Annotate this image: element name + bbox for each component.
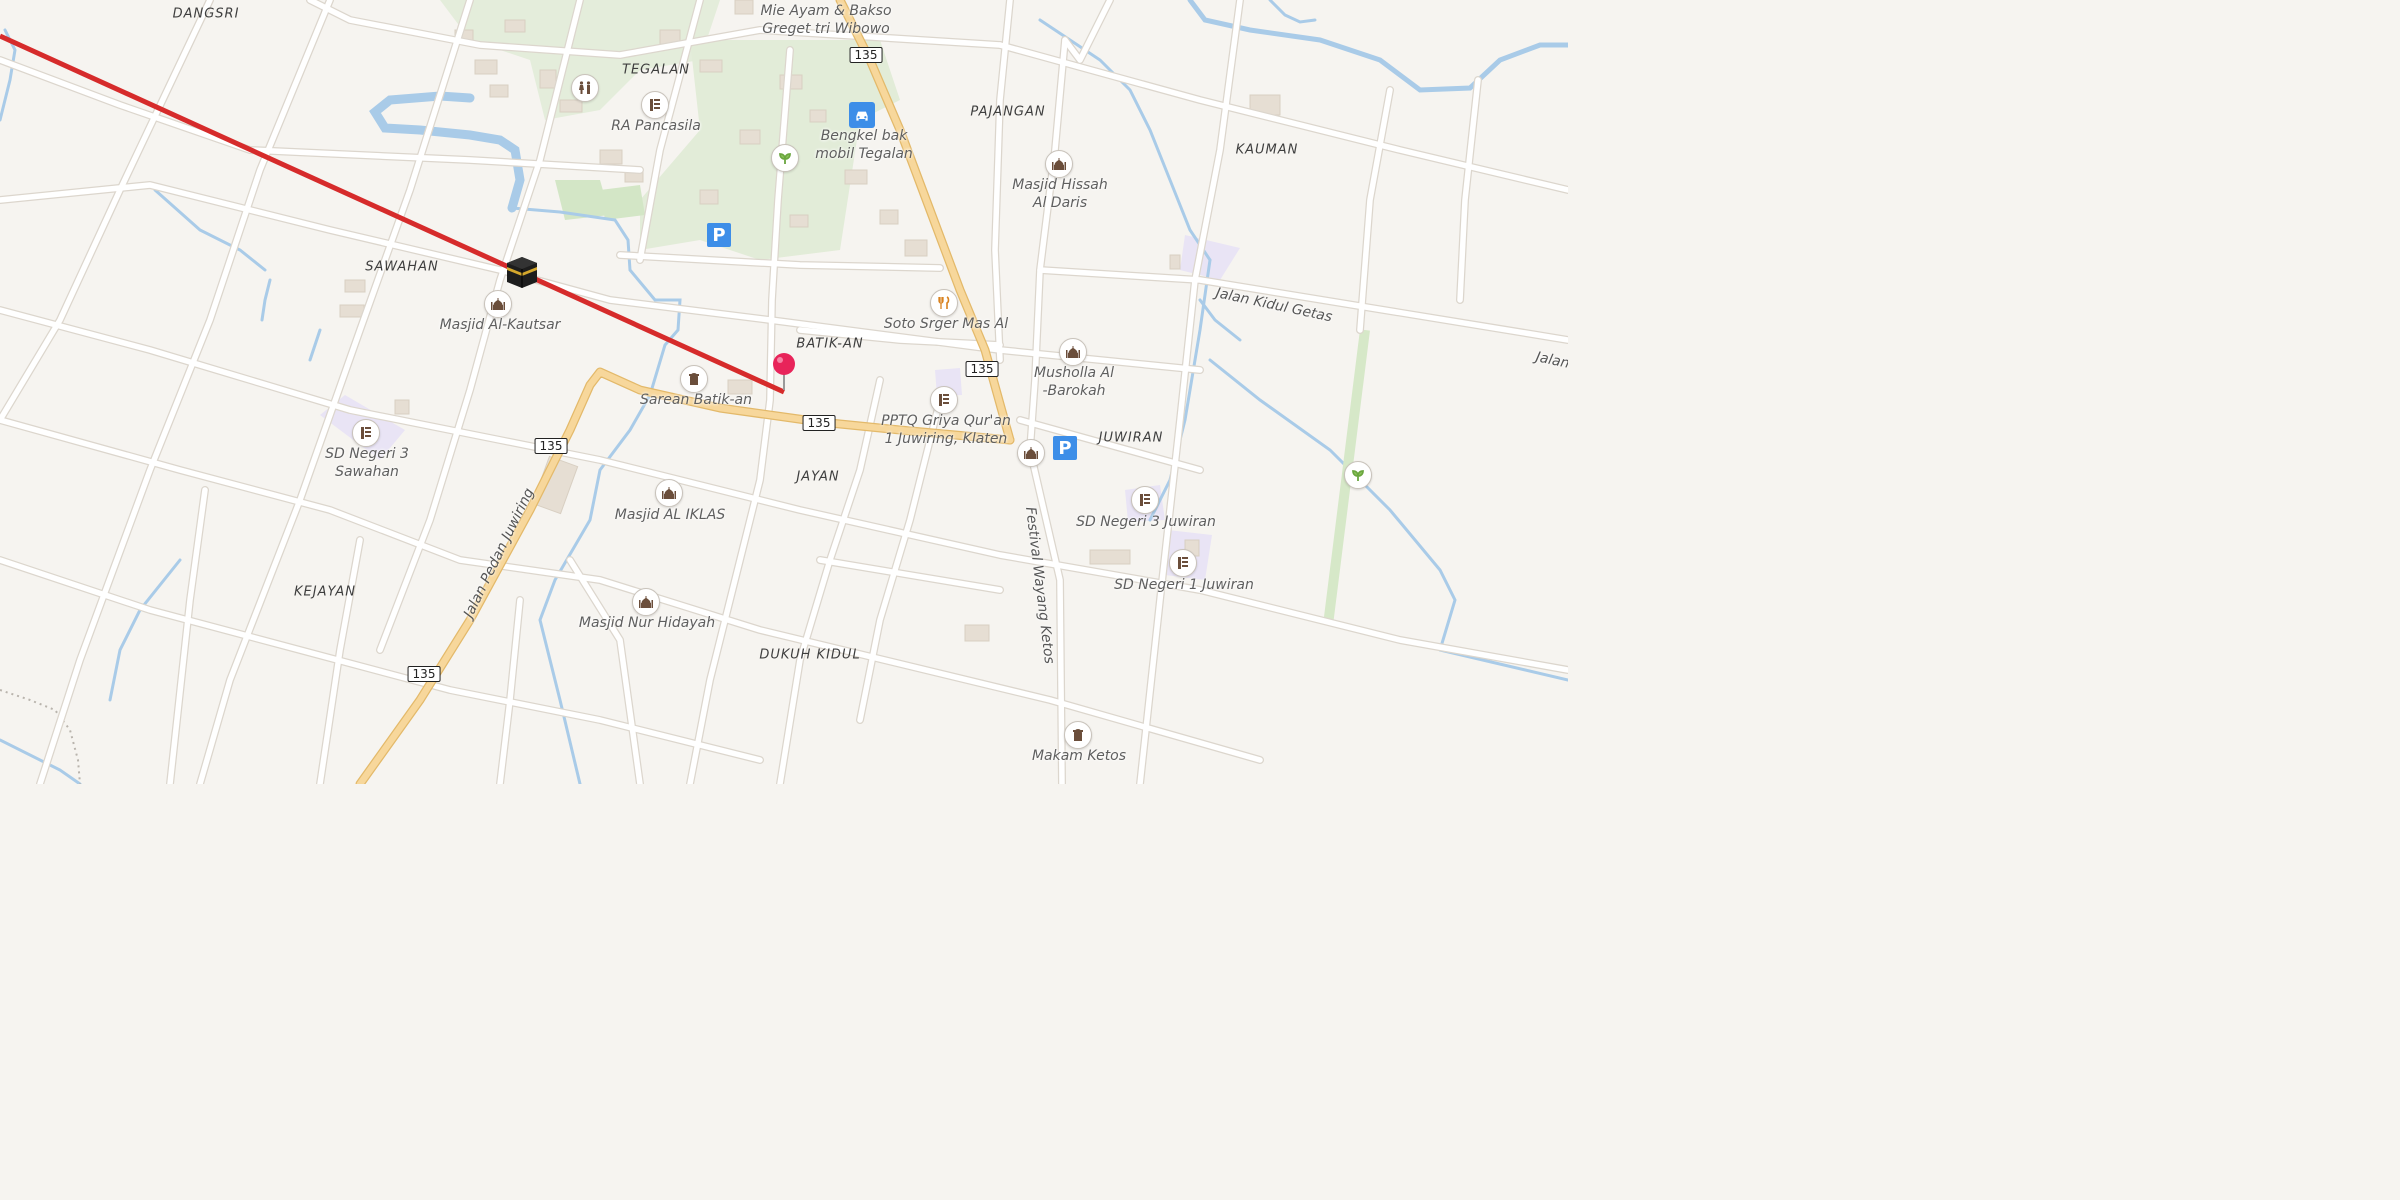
poi-bengkel-label: Bengkel bak mobil Tegalan bbox=[815, 127, 913, 163]
route-shield-135: 135 bbox=[802, 415, 836, 431]
map-base-layer bbox=[0, 0, 1568, 784]
route-shield-135: 135 bbox=[534, 438, 568, 454]
parking-icon[interactable]: P bbox=[1053, 436, 1077, 460]
toilets-icon[interactable] bbox=[571, 74, 599, 102]
area-label-tegalan: TEGALAN bbox=[622, 62, 690, 78]
mosque-icon[interactable] bbox=[484, 290, 512, 318]
poi-label-line: Al Daris bbox=[1032, 195, 1088, 211]
area-label-sawahan: SAWAHAN bbox=[365, 259, 439, 275]
poi-label-line: Greget tri Wibowo bbox=[762, 21, 890, 37]
poi-label-masjid-nur-hidayah: Masjid Nur Hidayah bbox=[578, 615, 716, 631]
restaurant-icon[interactable] bbox=[930, 289, 958, 317]
poi-musholla-label: Musholla Al -Barokah bbox=[1034, 364, 1114, 400]
route-shield-135: 135 bbox=[849, 47, 883, 63]
area-label-kauman: KAUMAN bbox=[1235, 142, 1299, 158]
route-shield-135: 135 bbox=[407, 666, 441, 682]
poi-label-line: -Barokah bbox=[1042, 383, 1106, 399]
poi-label-line: mobil Tegalan bbox=[815, 146, 913, 162]
poi-label-line: 1 Juwiring, Klaten bbox=[884, 431, 1008, 447]
poi-mie-ayam[interactable]: Mie Ayam & Bakso Greget tri Wibowo bbox=[760, 2, 891, 38]
mosque-icon[interactable] bbox=[1045, 150, 1073, 178]
poi-masjid-hissah-label: Masjid Hissah Al Daris bbox=[1012, 176, 1108, 212]
poi-pptq-label: PPTQ Griya Qur'an 1 Juwiring, Klaten bbox=[881, 412, 1011, 448]
poi-label-sarean-batikan: Sarean Batik-an bbox=[640, 392, 752, 408]
school-icon[interactable] bbox=[352, 419, 380, 447]
mosque-icon[interactable] bbox=[1059, 338, 1087, 366]
poi-label-sd-juwiran-3: SD Negeri 3 Juwiran bbox=[1076, 514, 1216, 530]
school-icon[interactable] bbox=[930, 386, 958, 414]
school-icon[interactable] bbox=[1169, 549, 1197, 577]
location-pin-icon[interactable] bbox=[771, 352, 797, 392]
mosque-icon[interactable] bbox=[632, 588, 660, 616]
route-shield-135: 135 bbox=[965, 361, 999, 377]
garden-icon[interactable] bbox=[1344, 461, 1372, 489]
poi-label-line: Sawahan bbox=[335, 464, 399, 480]
cemetery-icon[interactable] bbox=[1064, 721, 1092, 749]
area-label-jayan: JAYAN bbox=[796, 469, 840, 485]
mosque-icon[interactable] bbox=[1017, 439, 1045, 467]
map-canvas[interactable]: DANGSRI TEGALAN PAJANGAN KAUMAN SAWAHAN … bbox=[0, 0, 1568, 784]
school-icon[interactable] bbox=[1131, 486, 1159, 514]
car-repair-icon[interactable] bbox=[849, 102, 875, 128]
poi-label-line: SD Negeri 3 bbox=[325, 446, 409, 462]
mosque-icon[interactable] bbox=[655, 479, 683, 507]
poi-label-masjid-al-iklas: Masjid AL IKLAS bbox=[614, 507, 726, 523]
area-label-kejayan: KEJAYAN bbox=[293, 584, 357, 600]
area-label-batikan: BATIK-AN bbox=[796, 336, 864, 352]
area-label-pajangan: PAJANGAN bbox=[970, 104, 1046, 120]
poi-label-line: Musholla Al bbox=[1034, 365, 1114, 381]
poi-label-ra-pancasila: RA Pancasila bbox=[611, 118, 701, 134]
garden-icon[interactable] bbox=[771, 144, 799, 172]
poi-label-line: Bengkel bak bbox=[820, 128, 908, 144]
area-label-juwiran: JUWIRAN bbox=[1098, 430, 1164, 446]
poi-label-line: Mie Ayam & Bakso bbox=[760, 3, 892, 19]
poi-label-sd-juwiran-1: SD Negeri 1 Juwiran bbox=[1114, 577, 1254, 593]
parking-icon[interactable]: P bbox=[707, 223, 731, 247]
cemetery-icon[interactable] bbox=[680, 365, 708, 393]
poi-label-line: Masjid Hissah bbox=[1012, 177, 1108, 193]
school-icon[interactable] bbox=[641, 91, 669, 119]
area-label-dangsri: DANGSRI bbox=[172, 6, 240, 22]
poi-sd-sawahan-label: SD Negeri 3 Sawahan bbox=[325, 445, 409, 481]
poi-label-line: PPTQ Griya Qur'an bbox=[881, 413, 1011, 429]
area-label-dukuh-kidul: DUKUH KIDUL bbox=[759, 647, 861, 663]
poi-label-makam-ketos: Makam Ketos bbox=[1031, 748, 1127, 764]
qibla-kaaba-icon[interactable] bbox=[504, 254, 540, 290]
poi-label-soto: Soto Srger Mas Al bbox=[883, 316, 1009, 332]
poi-label-masjid-al-kautsar: Masjid Al-Kautsar bbox=[439, 317, 561, 333]
